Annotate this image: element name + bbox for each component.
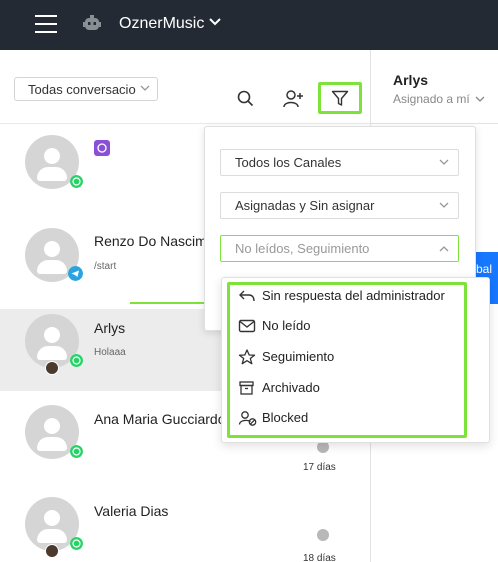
assignee-value: Asignado a mí: [393, 92, 470, 106]
top-bar: OznerMusic: [0, 0, 498, 50]
option-blocked[interactable]: Blocked: [238, 407, 478, 431]
whatsapp-icon: [70, 445, 83, 458]
status-select-value: No leídos, Seguimiento: [235, 241, 370, 256]
archive-icon: [239, 381, 254, 395]
agent-avatar: [45, 361, 59, 375]
contact-name: Ana Maria Gucciardo: [94, 411, 226, 427]
list-divider: [0, 123, 370, 124]
message-preview: /start: [94, 261, 117, 272]
telegram-icon: [68, 266, 83, 281]
assignee-select[interactable]: Asignado a mí: [393, 92, 485, 106]
purple-emoji-icon: [94, 140, 110, 156]
filter-button[interactable]: [318, 82, 362, 114]
annotation-arrow: [130, 302, 210, 304]
option-archived[interactable]: Archivado: [238, 377, 478, 401]
status-dropdown-menu: Sin respuesta del administrador No leído…: [221, 277, 490, 443]
assignment-select[interactable]: Asignadas y Sin asignar: [220, 192, 459, 219]
reply-icon: [239, 290, 255, 302]
whatsapp-icon: [70, 354, 83, 367]
chevron-down-icon[interactable]: [208, 17, 222, 27]
agent-avatar: [45, 544, 59, 558]
chevron-down-icon: [439, 159, 449, 165]
whatsapp-icon: [70, 537, 83, 550]
time-ago: 18 días: [303, 553, 336, 562]
search-icon[interactable]: [233, 86, 259, 112]
option-unread[interactable]: No leído: [238, 315, 478, 339]
whatsapp-icon: [70, 175, 83, 188]
blue-button-label: bal: [476, 262, 493, 276]
chat-contact-name: Arlys: [393, 72, 429, 88]
conversation-filter-select[interactable]: Todas conversacio: [14, 77, 158, 101]
channel-select[interactable]: Todos los Canales: [220, 149, 459, 176]
status-select[interactable]: No leídos, Seguimiento: [220, 235, 459, 262]
header-divider: [371, 123, 498, 124]
contact-name: Renzo Do Nascim: [94, 233, 207, 249]
envelope-icon: [238, 319, 256, 333]
conversation-filter-value: Todas conversacio: [28, 82, 136, 97]
conversation-item[interactable]: Valeria Dias 18 días: [0, 490, 370, 562]
contact-name: Arlys: [94, 320, 126, 336]
blocked-user-icon: [238, 411, 257, 426]
contact-name: Valeria Dias: [94, 503, 169, 519]
option-no-admin-reply[interactable]: Sin respuesta del administrador: [238, 285, 478, 309]
user-icon: [317, 529, 329, 541]
star-icon: [238, 349, 256, 365]
time-ago: 17 días: [303, 462, 336, 473]
option-follow-up[interactable]: Seguimiento: [238, 346, 478, 370]
message-preview: Holaaa: [94, 347, 126, 358]
chevron-up-icon: [439, 246, 449, 252]
workspace-name[interactable]: OznerMusic: [119, 15, 204, 33]
filter-icon: [331, 90, 349, 106]
channel-select-value: Todos los Canales: [235, 155, 342, 170]
chevron-down-icon: [439, 202, 449, 208]
hamburger-menu-icon[interactable]: [35, 15, 57, 33]
chevron-down-icon: [140, 85, 150, 91]
chevron-down-icon: [475, 96, 485, 102]
robot-logo-icon: [83, 15, 101, 30]
add-user-icon[interactable]: [280, 86, 306, 112]
assignment-select-value: Asignadas y Sin asignar: [235, 198, 375, 213]
